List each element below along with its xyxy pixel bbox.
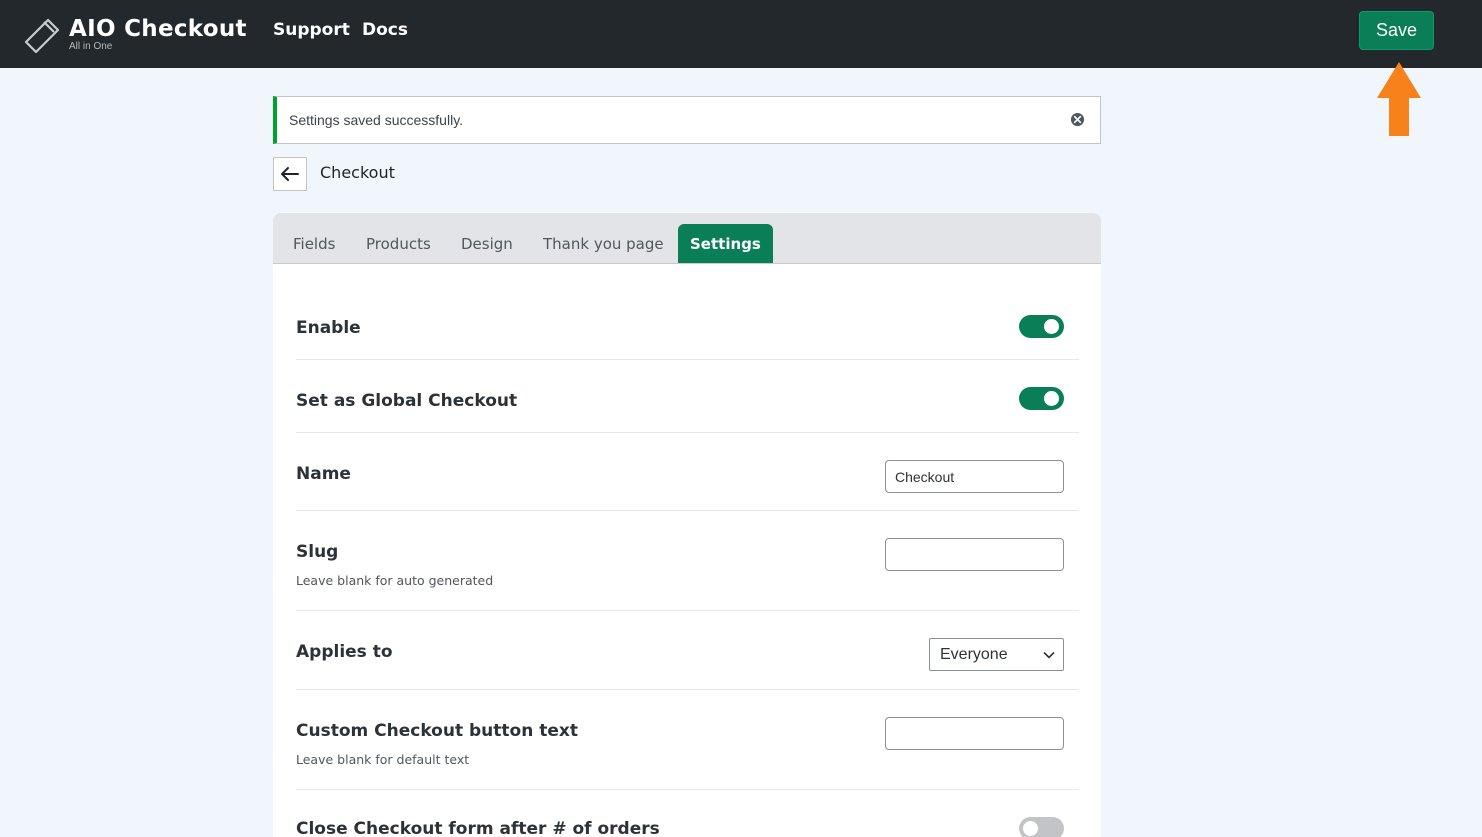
- applies-to-value: Everyone: [940, 646, 1008, 663]
- setting-row-close-after-orders: Close Checkout form after # of orders: [296, 790, 1079, 837]
- setting-row-applies-to: Applies to Everyone: [296, 611, 1079, 690]
- tab-products[interactable]: Products: [354, 224, 443, 263]
- applies-to-label: Applies to: [296, 642, 393, 662]
- button-text-description: Leave blank for default text: [296, 752, 470, 767]
- arrow-left-icon: [281, 167, 299, 181]
- page-title: Checkout: [320, 163, 395, 182]
- name-label: Name: [296, 464, 351, 484]
- tab-thank-you-page[interactable]: Thank you page: [531, 224, 676, 263]
- setting-row-global-checkout: Set as Global Checkout: [296, 360, 1079, 433]
- name-input[interactable]: [885, 460, 1064, 493]
- nav-docs-link[interactable]: Docs: [362, 20, 408, 40]
- tab-settings[interactable]: Settings: [678, 224, 773, 263]
- setting-row-button-text: Custom Checkout button text Leave blank …: [296, 690, 1079, 790]
- global-checkout-label: Set as Global Checkout: [296, 391, 518, 411]
- setting-row-slug: Slug Leave blank for auto generated: [296, 511, 1079, 611]
- top-bar: AIO Checkout All in One Support Docs Sav…: [0, 0, 1482, 68]
- button-text-label: Custom Checkout button text: [296, 721, 578, 741]
- enable-toggle[interactable]: [1019, 315, 1064, 338]
- arrow-up-icon: [1377, 62, 1421, 136]
- setting-row-name: Name: [296, 433, 1079, 511]
- success-notice: Settings saved successfully.: [273, 96, 1101, 144]
- tab-bar: Fields Products Design Thank you page Se…: [273, 213, 1101, 264]
- tab-design[interactable]: Design: [449, 224, 525, 263]
- chevron-down-icon: [1043, 651, 1055, 659]
- slug-label: Slug: [296, 542, 339, 562]
- tag-icon: [24, 18, 60, 54]
- setting-row-enable: Enable: [296, 287, 1079, 360]
- button-text-input[interactable]: [885, 717, 1064, 750]
- nav-support-link[interactable]: Support: [273, 20, 350, 40]
- settings-panel: Enable Set as Global Checkout Name Slug …: [273, 264, 1101, 837]
- brand-name: AIO Checkout: [69, 16, 247, 42]
- save-button[interactable]: Save: [1359, 11, 1434, 50]
- global-checkout-toggle[interactable]: [1019, 387, 1064, 410]
- close-after-orders-label: Close Checkout form after # of orders: [296, 819, 660, 837]
- tab-fields[interactable]: Fields: [281, 224, 347, 263]
- enable-label: Enable: [296, 318, 361, 338]
- brand[interactable]: AIO Checkout All in One: [24, 14, 247, 58]
- slug-input[interactable]: [885, 538, 1064, 571]
- applies-to-select[interactable]: Everyone: [929, 638, 1064, 671]
- notice-message: Settings saved successfully.: [289, 112, 464, 128]
- back-button[interactable]: [273, 157, 307, 191]
- slug-description: Leave blank for auto generated: [296, 573, 494, 588]
- close-circle-icon[interactable]: [1070, 112, 1085, 127]
- close-after-orders-toggle[interactable]: [1019, 817, 1064, 837]
